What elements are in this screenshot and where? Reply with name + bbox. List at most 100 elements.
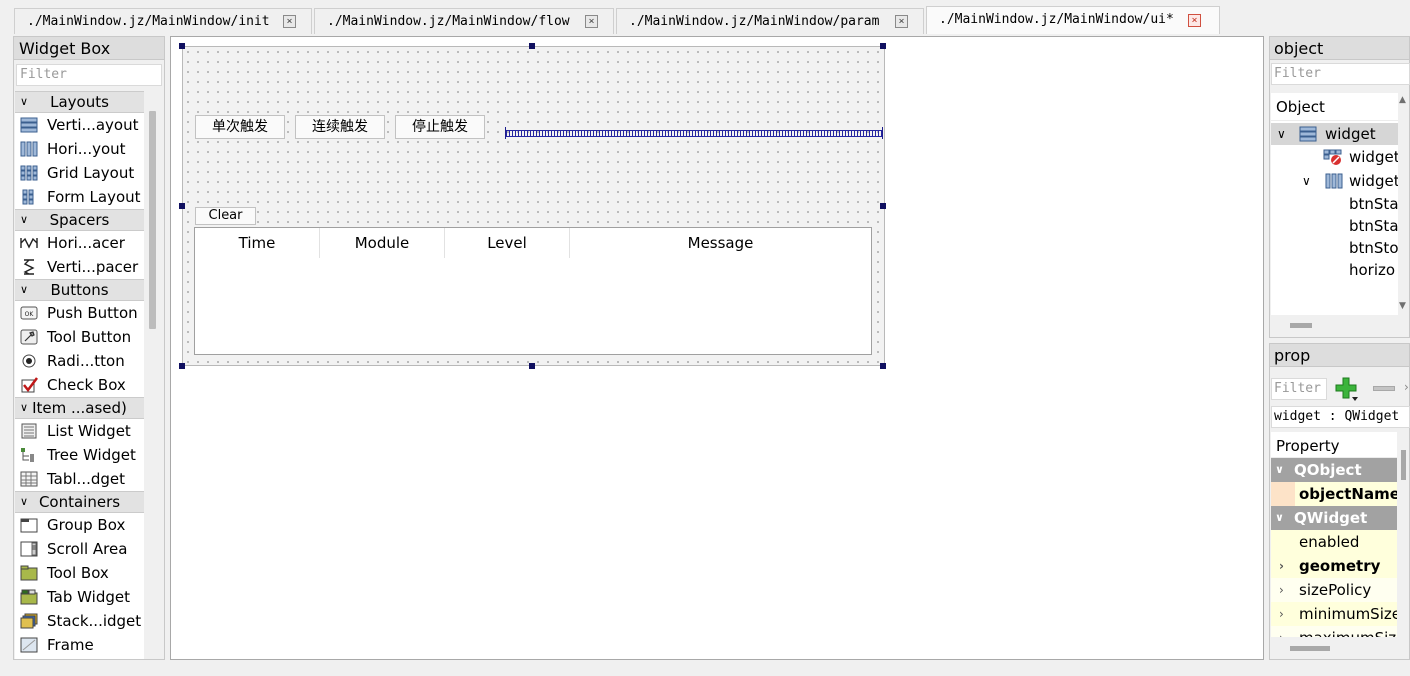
widget-item-stacked-widget[interactable]: Stack...idget (15, 609, 144, 633)
tree-row-widget-grid[interactable]: widget (1271, 146, 1398, 168)
property-group-qwidget[interactable]: ∨ QWidget (1271, 506, 1397, 530)
continuous-trigger-button[interactable]: 连续触发 (295, 115, 385, 139)
widget-item-vertical-layout[interactable]: Verti...ayout (15, 113, 144, 137)
widget-item-push-button[interactable]: OK Push Button (15, 301, 144, 325)
category-containers[interactable]: ∨ Containers (15, 491, 144, 513)
widget-item-vertical-spacer[interactable]: Verti...pacer (15, 255, 144, 279)
chevron-down-icon[interactable]: ∨ (1302, 170, 1311, 192)
scroll-area-icon (20, 541, 38, 557)
tab-init[interactable]: ./MainWindow.jz/MainWindow/init × (14, 8, 312, 34)
column-header-time[interactable]: Time (195, 228, 320, 258)
property-row-sizepolicy[interactable]: › sizePolicy (1271, 578, 1397, 602)
tab-param[interactable]: ./MainWindow.jz/MainWindow/param × (616, 8, 924, 34)
horizontal-layout-icon (20, 141, 38, 157)
design-canvas[interactable]: 单次触发 连续触发 停止触发 Clear Time Module Level M… (170, 36, 1264, 660)
log-table[interactable]: Time Module Level Message (194, 227, 872, 355)
vertical-spacer-icon (23, 259, 35, 275)
category-item-widgets[interactable]: ∨ Item ...ased) (15, 397, 144, 419)
widget-box-scrollbar[interactable] (149, 111, 156, 329)
scroll-down-icon[interactable]: ▼ (1399, 301, 1406, 311)
object-tree-vertical-scrollbar[interactable]: ▲ ▼ (1398, 93, 1409, 315)
chevron-right-icon[interactable]: › (1279, 578, 1284, 602)
selection-handle[interactable] (529, 363, 535, 369)
property-group-qobject[interactable]: ∨ QObject (1271, 458, 1397, 482)
selection-handle[interactable] (880, 203, 886, 209)
tab-ui[interactable]: ./MainWindow.jz/MainWindow/ui* × (926, 6, 1220, 34)
more-options-icon[interactable]: › (1404, 380, 1409, 394)
close-icon[interactable]: × (1188, 14, 1201, 27)
remove-property-icon[interactable] (1373, 386, 1395, 391)
tree-row-btn-start[interactable]: btnSta (1349, 215, 1398, 237)
widget-item-horizontal-spacer[interactable]: Hori...acer (15, 231, 144, 255)
tree-row-btn-start[interactable]: btnSta (1349, 193, 1398, 215)
selection-handle[interactable] (880, 43, 886, 49)
widget-item-check-box[interactable]: Check Box (15, 373, 144, 397)
property-row-enabled[interactable]: enabled (1271, 530, 1397, 554)
category-spacers[interactable]: ∨ Spacers (15, 209, 144, 231)
column-header-level[interactable]: Level (445, 228, 570, 258)
stacked-widget-icon (20, 613, 38, 629)
property-list-vertical-scrollbar[interactable] (1398, 432, 1409, 637)
selection-handle[interactable] (179, 43, 185, 49)
chevron-down-icon[interactable]: ∨ (1277, 123, 1286, 145)
selection-handle[interactable] (529, 43, 535, 49)
editor-tab-bar: ./MainWindow.jz/MainWindow/init × ./Main… (0, 0, 1410, 34)
clear-button[interactable]: Clear (195, 207, 256, 225)
column-header-message[interactable]: Message (570, 228, 871, 258)
property-row-maximumsize[interactable]: ›maximumSize (1271, 626, 1397, 637)
add-property-icon[interactable] (1334, 376, 1360, 402)
object-tree-horizontal-scrollbar[interactable] (1290, 323, 1312, 328)
object-filter-input[interactable]: Filter (1271, 63, 1410, 85)
category-buttons[interactable]: ∨ Buttons (15, 279, 144, 301)
column-header-module[interactable]: Module (320, 228, 445, 258)
tree-row-horizontal-spacer[interactable]: horizo (1349, 259, 1395, 281)
selection-handle[interactable] (179, 363, 185, 369)
widget-item-horizontal-layout[interactable]: Hori...yout (15, 137, 144, 161)
scrollbar-thumb[interactable] (1401, 450, 1406, 480)
chevron-right-icon[interactable]: › (1279, 626, 1284, 637)
widget-item-tool-button[interactable]: Tool Button (15, 325, 144, 349)
single-trigger-button[interactable]: 单次触发 (195, 115, 285, 139)
widget-item-tab-widget[interactable]: Tab Widget (15, 585, 144, 609)
tree-row-widget-hbox[interactable]: ∨ widget (1271, 170, 1398, 192)
object-tree: Object ∨ widget widget ∨ widget btnSta b… (1271, 93, 1398, 315)
form-widget[interactable]: 单次触发 连续触发 停止触发 Clear Time Module Level M… (182, 46, 885, 366)
stop-trigger-button[interactable]: 停止触发 (395, 115, 485, 139)
chevron-right-icon[interactable]: › (1279, 602, 1284, 626)
widget-item-form-layout[interactable]: Form Layout (15, 185, 144, 209)
widget-item-tool-box[interactable]: Tool Box (15, 561, 144, 585)
property-list-horizontal-scrollbar[interactable] (1290, 646, 1330, 651)
selection-handle[interactable] (880, 363, 886, 369)
close-icon[interactable]: × (585, 15, 598, 28)
tab-flow[interactable]: ./MainWindow.jz/MainWindow/flow × (314, 8, 614, 34)
scroll-up-icon[interactable]: ▲ (1399, 95, 1406, 105)
chevron-down-icon: ∨ (20, 283, 29, 296)
tab-label: ./MainWindow.jz/MainWindow/ui* (939, 12, 1174, 27)
widget-item-group-box[interactable]: Group Box (15, 513, 144, 537)
close-icon[interactable]: × (283, 15, 296, 28)
close-icon[interactable]: × (895, 15, 908, 28)
widget-item-grid-layout[interactable]: Grid Layout (15, 161, 144, 185)
property-list-header: Property (1271, 432, 1397, 458)
property-filter-input[interactable]: Filter (1271, 378, 1327, 400)
widget-item-frame[interactable]: Frame (15, 633, 144, 657)
property-row-objectname[interactable]: objectName (1271, 482, 1397, 506)
widget-item-list-widget[interactable]: List Widget (15, 419, 144, 443)
widget-item-table-widget[interactable]: Tabl...dget (15, 467, 144, 491)
horizontal-spacer[interactable] (505, 127, 883, 139)
tree-row-widget[interactable]: ∨ widget (1271, 123, 1398, 145)
chevron-right-icon[interactable]: › (1279, 554, 1284, 578)
tree-row-btn-stop[interactable]: btnSto (1349, 237, 1398, 259)
selection-handle[interactable] (179, 203, 185, 209)
property-row-geometry[interactable]: › geometry (1271, 554, 1397, 578)
chevron-down-icon: ∨ (20, 401, 29, 414)
object-inspector-panel: object Filter Object ∨ widget widget ∨ w… (1269, 36, 1410, 338)
widget-item-tree-widget[interactable]: Tree Widget (15, 443, 144, 467)
vertical-layout-icon (1299, 126, 1317, 142)
widget-item-scroll-area[interactable]: Scroll Area (15, 537, 144, 561)
category-layouts[interactable]: ∨ Layouts (15, 91, 144, 113)
vertical-layout-icon (20, 117, 38, 133)
widget-item-radio-button[interactable]: Radi...tton (15, 349, 144, 373)
property-row-minimumsize[interactable]: › minimumSize (1271, 602, 1397, 626)
widget-box-filter-input[interactable]: Filter (16, 64, 162, 86)
